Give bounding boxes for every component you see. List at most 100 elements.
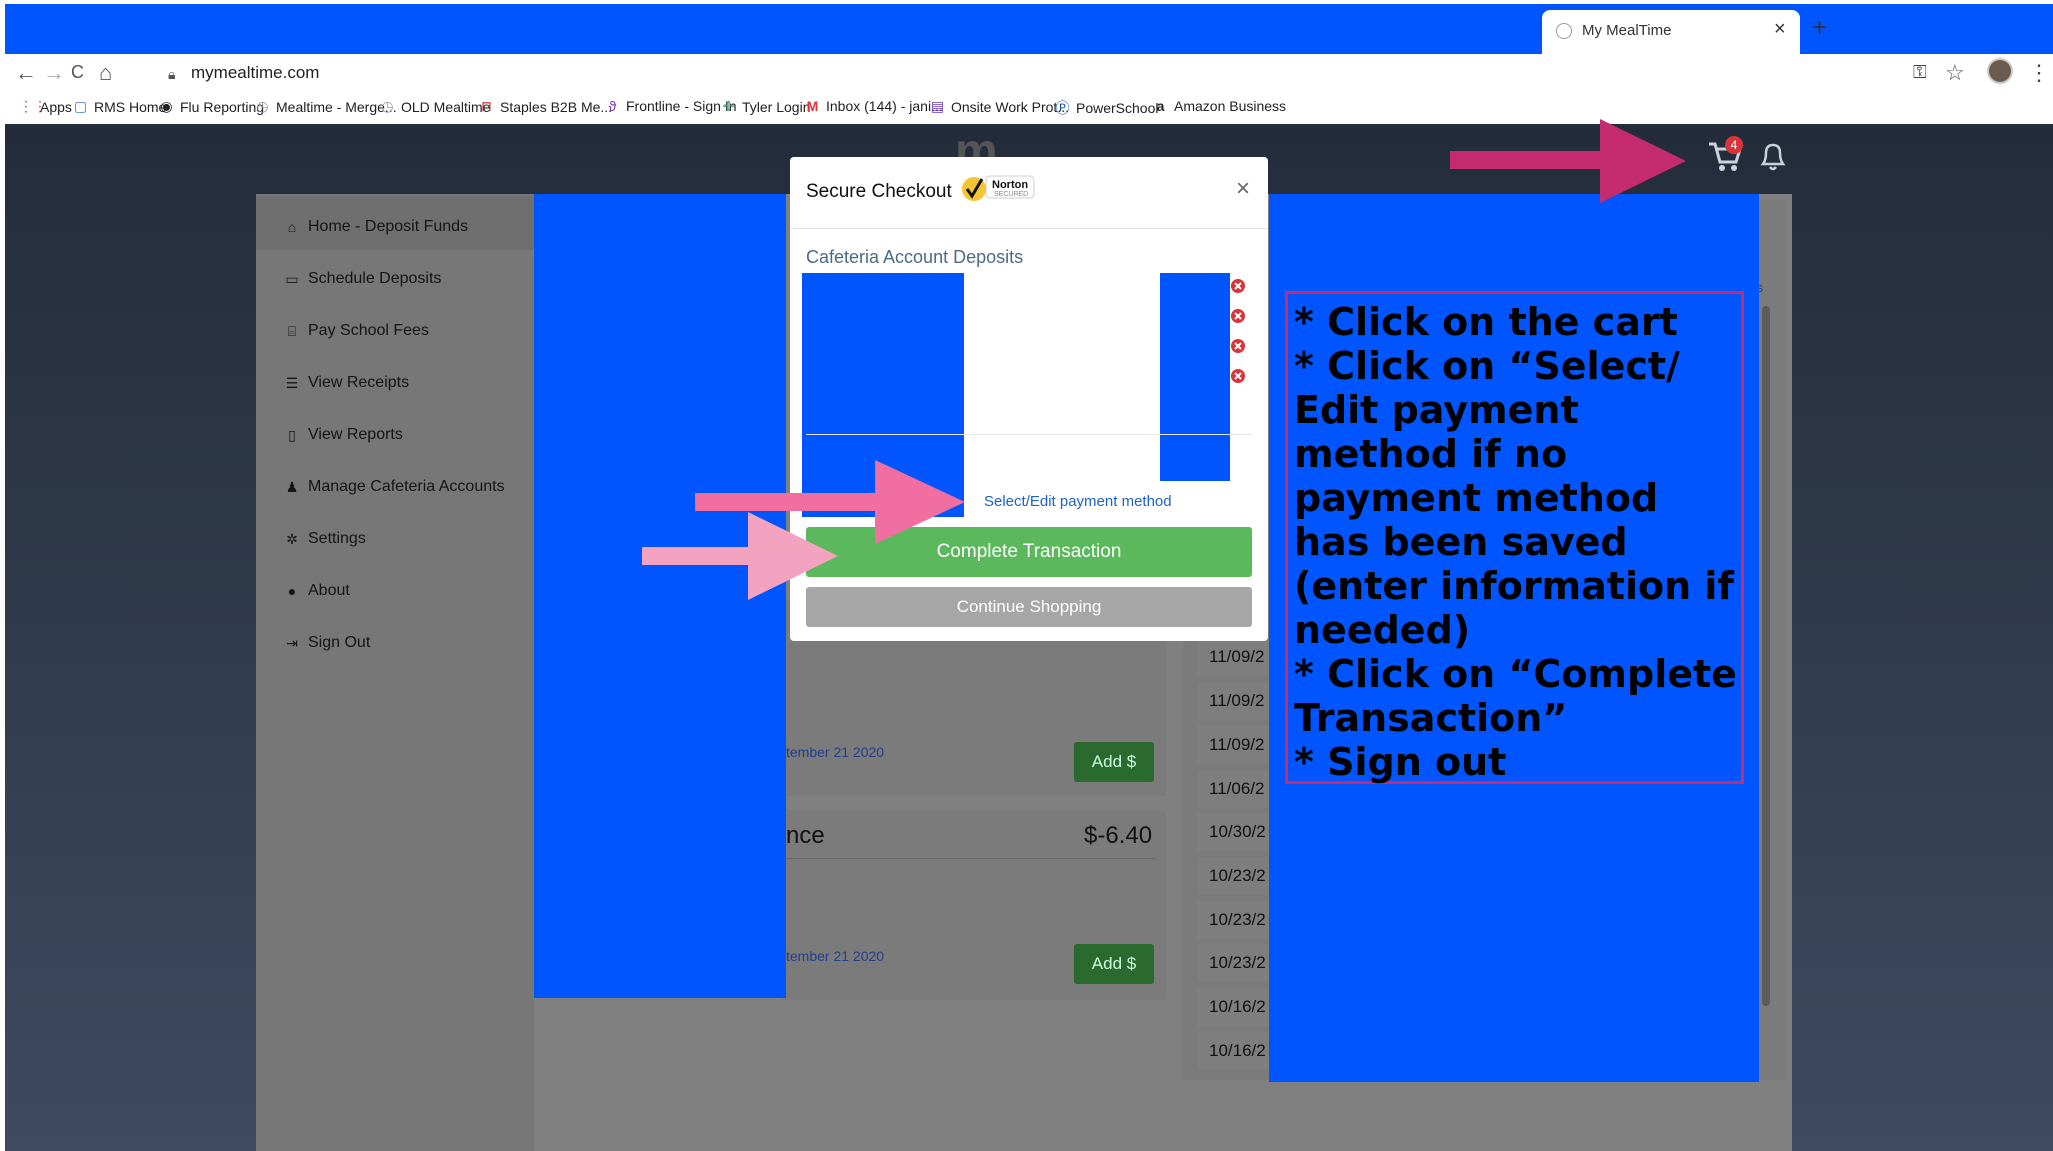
instruction-step: * Click on “Complete Transaction” xyxy=(1294,652,1737,740)
bank-icon: ⌸ xyxy=(287,322,297,339)
transaction-date-row: 10/23/2 xyxy=(1197,901,1269,939)
amazon-icon: a xyxy=(1156,98,1165,114)
apps-grid-icon: ⋮⋮ xyxy=(19,98,47,114)
transaction-date-row: 10/23/2 xyxy=(1197,857,1269,895)
sidebar-item-sign-out[interactable]: ⇥ Sign Out xyxy=(284,634,370,652)
add-funds-button[interactable]: Add $ xyxy=(1074,742,1154,782)
reload-icon[interactable]: C xyxy=(71,62,84,83)
card-deposit-date: tember 21 2020 xyxy=(786,744,885,760)
tab-close-icon[interactable]: × xyxy=(1774,18,1786,41)
gmail-icon: M xyxy=(806,98,819,114)
scrollbar[interactable] xyxy=(1762,306,1770,1006)
lock-icon: 🔒︎ xyxy=(168,66,176,82)
add-funds-button[interactable]: Add $ xyxy=(1074,944,1154,984)
clock-icon: ◷ xyxy=(256,98,269,114)
sidebar-item-view-reports[interactable]: ▯ View Reports xyxy=(284,426,403,444)
remove-item-icon[interactable] xyxy=(1230,338,1246,354)
modal-title: Secure Checkout xyxy=(806,181,952,202)
browser-tab[interactable]: My MealTime × xyxy=(1542,10,1800,54)
bookmarks-bar: ⋮⋮ Apps ▢ RMS Home ◉ Flu Reporting ◷ Mealtim… xyxy=(5,94,2053,125)
instruction-step: * Click on the cart xyxy=(1294,300,1678,344)
section-title: Cafeteria Account Deposits xyxy=(806,247,1024,267)
instructions-box: * Click on the cart * Click on “Select/ … xyxy=(1285,291,1744,784)
forms-icon: ▤ xyxy=(930,98,945,114)
instruction-step: * Sign out xyxy=(1294,740,1507,784)
remove-item-icon[interactable] xyxy=(1230,368,1246,384)
select-edit-payment-link[interactable]: Select/Edit payment method xyxy=(984,493,1172,510)
continue-shopping-button[interactable]: Continue Shopping xyxy=(806,587,1252,627)
clock-icon: ◷ xyxy=(381,98,394,114)
document-icon: ▯ xyxy=(288,426,296,443)
sign-out-icon: ⇥ xyxy=(286,634,298,651)
back-icon[interactable]: ← xyxy=(15,60,37,86)
url-bar[interactable]: mymealtime.com xyxy=(191,63,319,83)
sidebar-item-settings[interactable]: ✲ Settings xyxy=(284,530,366,548)
bookmark-old-mealtime[interactable]: ◷ OLD Mealtime xyxy=(380,98,490,115)
forward-icon[interactable]: → xyxy=(43,60,65,86)
account-name: nce xyxy=(786,822,825,849)
bookmark-amazon-business[interactable]: a Amazon Business xyxy=(1153,98,1286,114)
bookmark-star-icon[interactable]: ☆ xyxy=(1945,60,1965,86)
norton-label: Norton xyxy=(992,179,1029,191)
gear-icon: ✲ xyxy=(286,530,298,547)
user-icon: ♟ xyxy=(285,478,299,495)
sidebar-item-manage-accounts[interactable]: ♟ Manage Cafeteria Accounts xyxy=(284,478,505,496)
clock-icon xyxy=(1556,23,1572,39)
transaction-date-row: 11/09/2 xyxy=(1197,682,1269,720)
bookmark-tyler-login[interactable]: ✣ Tyler Login xyxy=(721,98,811,115)
sidebar-item-about[interactable]: ● About xyxy=(284,582,350,600)
new-tab-button[interactable]: + xyxy=(1812,12,1827,43)
arrow-to-cart xyxy=(1450,119,1686,203)
transaction-date-row: 10/16/2 xyxy=(1197,1032,1269,1070)
remove-item-icon[interactable] xyxy=(1230,308,1246,324)
page-icon: ▢ xyxy=(73,98,88,114)
list-icon: ☰ xyxy=(285,374,299,391)
bookmark-flu-reporting[interactable]: ◉ Flu Reporting xyxy=(159,98,264,115)
bookmark-staples[interactable]: ⊓ Staples B2B Me... xyxy=(479,98,612,115)
arrow-to-complete-transaction xyxy=(642,512,838,600)
question-icon: ● xyxy=(287,583,297,599)
modal-header-divider xyxy=(790,228,1268,229)
instruction-step: * Click on “Select/ Edit payment method … xyxy=(1294,344,1734,652)
credit-card-icon: ▭ xyxy=(285,270,299,287)
secure-checkout-modal: Secure Checkout Norton SECURED × Cafeter… xyxy=(790,157,1268,641)
browser-menu-icon[interactable]: ⋮ xyxy=(2028,60,2050,86)
bookmark-apps[interactable]: ⋮⋮ Apps xyxy=(19,98,72,115)
account-balance: $-6.40 xyxy=(1084,822,1153,849)
key-icon[interactable]: ⚿ xyxy=(1913,62,1927,83)
transaction-date-row: 11/09/2 xyxy=(1197,638,1269,676)
bookmark-frontline[interactable]: ϑ Frontline - Sign In xyxy=(605,98,737,114)
card-divider xyxy=(780,858,1156,859)
bookmark-rms-home[interactable]: ▢ RMS Home xyxy=(73,98,166,115)
home-icon[interactable]: ⌂ xyxy=(99,60,112,86)
home-icon: ⌂ xyxy=(287,219,297,235)
transaction-date-row: 10/16/2 xyxy=(1197,988,1269,1026)
tab-title: My MealTime xyxy=(1582,22,1672,39)
norton-sub-label: SECURED xyxy=(994,191,1029,198)
bookmark-powerschool[interactable]: Ⓟ PowerSchool xyxy=(1055,98,1159,118)
remove-item-icon[interactable] xyxy=(1230,278,1246,294)
card-deposit-date: tember 21 2020 xyxy=(786,948,885,964)
sidebar-item-home[interactable]: ⌂ Home - Deposit Funds xyxy=(284,218,468,236)
notification-bell-icon[interactable] xyxy=(1753,136,1793,176)
tyler-icon: ✣ xyxy=(722,98,735,114)
sidebar-item-pay-school-fees[interactable]: ⌸ Pay School Fees xyxy=(284,322,429,340)
account-card: nce $-6.40 tember 21 2020 Add $ xyxy=(780,810,1166,1000)
bookmark-inbox[interactable]: M Inbox (144) - jani... xyxy=(805,98,943,114)
globe-icon: ◉ xyxy=(160,98,173,114)
transaction-date-row: 10/30/2 xyxy=(1197,813,1269,851)
sidebar-item-schedule-deposits[interactable]: ▭ Schedule Deposits xyxy=(284,270,441,288)
browser-toolbar: ← → C ⌂ 🔒︎ mymealtime.com ⚿ ☆ ⋮ xyxy=(5,54,2053,98)
powerschool-icon: Ⓟ xyxy=(1055,100,1070,116)
staples-icon: ⊓ xyxy=(481,98,492,114)
transaction-date-row: 11/06/2 xyxy=(1197,770,1269,808)
frontline-icon: ϑ xyxy=(608,98,617,114)
profile-avatar[interactable] xyxy=(1987,58,2013,84)
sidebar-item-view-receipts[interactable]: ☰ View Receipts xyxy=(284,374,409,392)
bookmark-mealtime-merge[interactable]: ◷ Mealtime - Merge... xyxy=(255,98,396,115)
transaction-date-row: 11/09/2 xyxy=(1197,726,1269,764)
items-divider xyxy=(806,434,1252,435)
bookmark-onsite-work[interactable]: ▤ Onsite Work Prot... xyxy=(930,98,1069,115)
close-icon[interactable]: × xyxy=(1236,175,1250,203)
cart-count-badge: 4 xyxy=(1725,136,1743,154)
